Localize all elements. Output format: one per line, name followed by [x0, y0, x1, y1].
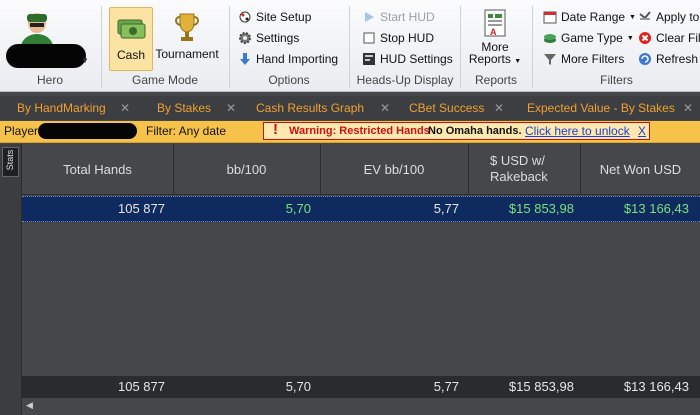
player-name-redacted	[38, 123, 137, 139]
more-reports-button[interactable]: A More Reports ▼	[466, 8, 524, 70]
more-reports-label-2: Reports ▼	[468, 52, 522, 66]
hud-settings-label: HUD Settings	[380, 52, 453, 66]
clear-filters-label: Clear Filt	[656, 31, 700, 45]
total-bb100: 5,70	[285, 379, 311, 394]
hud-settings-icon	[363, 53, 375, 65]
svg-text:A: A	[490, 27, 497, 37]
total-usd-rakeback: $15 853,98	[508, 379, 574, 394]
cell-bb100: 5,70	[285, 201, 311, 216]
warning-body: No Omaha hands.	[428, 125, 522, 137]
filter-text: Filter: Any date	[146, 124, 227, 138]
player-label: Player	[4, 124, 39, 138]
hand-importing-button[interactable]: Hand Importing	[238, 52, 338, 66]
warning-icon: !	[273, 121, 278, 138]
apply-icon	[639, 11, 651, 20]
totals-row: 105 877 5,70 5,77 $15 853,98 $13 166,43	[22, 376, 700, 398]
col-header-net-won-usd[interactable]: Net Won USD	[581, 144, 700, 194]
cash-label: Cash	[116, 48, 145, 62]
options-group-label: Options	[268, 73, 310, 87]
unlock-link[interactable]: Click here to unlock	[525, 124, 630, 138]
tournament-label: Tournament	[155, 47, 219, 61]
hero-name-redacted	[6, 44, 86, 68]
col-header-usd-rakeback[interactable]: $ USD w/ Rakeback	[468, 144, 581, 194]
tab-by-handmarking[interactable]: By HandMarking	[17, 96, 106, 120]
grid-body	[22, 195, 700, 375]
refresh-button[interactable]: Refresh	[638, 52, 698, 66]
reports-icon: A	[484, 9, 506, 37]
game-type-label: Game Type	[561, 31, 623, 45]
tab-by-stakes[interactable]: By Stakes	[157, 96, 211, 120]
game-mode-group-label: Game Mode	[131, 73, 199, 87]
cell-net-won-usd: $13 166,43	[623, 201, 689, 216]
filter-icon	[544, 54, 556, 65]
tab-expected-value-by-stakes[interactable]: Expected Value - By Stakes	[527, 96, 675, 120]
hand-importing-label: Hand Importing	[256, 52, 339, 66]
settings-button[interactable]: Settings	[238, 31, 299, 45]
col-header-ev-bb100[interactable]: EV bb/100	[320, 144, 469, 194]
stats-side-label: Stats	[5, 149, 15, 171]
game-type-button[interactable]: Game Type ▼	[543, 31, 634, 45]
stop-hud-button[interactable]: Stop HUD	[362, 31, 434, 45]
cell-usd-rakeback: $15 853,98	[508, 201, 574, 216]
import-arrow-icon	[240, 53, 250, 65]
cell-ev-bb100: 5,77	[433, 201, 459, 216]
clear-icon	[639, 32, 651, 44]
more-filters-button[interactable]: More Filters	[543, 52, 624, 66]
tab-close-icon[interactable]: ✕	[120, 96, 130, 120]
reports-group-label: Reports	[474, 73, 518, 87]
hero-group-label: Hero	[36, 73, 63, 87]
warning-title: Warning: Restricted Hands	[289, 125, 430, 137]
settings-label: Settings	[256, 31, 300, 45]
date-range-label: Date Range	[561, 10, 626, 24]
tournament-button[interactable]: Tournament	[153, 7, 221, 69]
col-header-bb100[interactable]: bb/100	[173, 144, 321, 194]
stop-hud-label: Stop HUD	[380, 31, 435, 45]
total-ev-bb100: 5,77	[433, 379, 459, 394]
gear-icon	[239, 32, 251, 44]
trophy-icon	[175, 13, 199, 41]
tab-cash-results-graph[interactable]: Cash Results Graph	[256, 96, 364, 120]
tab-close-icon[interactable]: ✕	[226, 96, 236, 120]
hud-group-label: Heads-Up Display	[356, 73, 454, 87]
hero-dropdown-icon[interactable]: ▼	[81, 56, 89, 65]
clear-filters-button[interactable]: Clear Filt	[638, 31, 700, 45]
start-hud-button[interactable]: Start HUD	[362, 10, 435, 24]
site-setup-label: Site Setup	[256, 10, 312, 24]
more-filters-label: More Filters	[561, 52, 625, 66]
apply-to-label: Apply to	[656, 10, 700, 24]
tab-close-icon[interactable]: ✕	[494, 96, 504, 120]
date-range-button[interactable]: Date Range ▼	[543, 10, 636, 24]
calendar-icon	[543, 11, 557, 24]
site-setup-icon	[239, 11, 251, 23]
cash-button[interactable]: Cash	[109, 7, 153, 71]
filters-group-label: Filters	[600, 73, 633, 87]
refresh-icon	[639, 53, 651, 65]
apply-to-button[interactable]: Apply to	[638, 10, 699, 24]
grid-header-row: Total Hands bb/100 EV bb/100 $ USD w/ Ra…	[22, 144, 700, 195]
play-icon	[365, 12, 374, 22]
stats-side-panel[interactable]	[0, 144, 22, 415]
total-total-hands: 105 877	[118, 379, 165, 394]
col-header-total-hands[interactable]: Total Hands	[22, 144, 174, 194]
tab-close-icon[interactable]: ✕	[683, 96, 693, 120]
warning-close-link[interactable]: X	[638, 124, 646, 138]
tab-close-icon[interactable]: ✕	[380, 96, 390, 120]
cash-icon	[117, 19, 146, 39]
start-hud-label: Start HUD	[380, 10, 435, 24]
game-type-icon	[544, 34, 556, 43]
total-net-won-usd: $13 166,43	[623, 379, 689, 394]
refresh-label: Refresh	[656, 52, 699, 66]
tab-cbet-success[interactable]: CBet Success	[409, 96, 484, 120]
horizontal-scrollbar[interactable]: ◀	[22, 398, 700, 415]
site-setup-button[interactable]: Site Setup	[238, 10, 311, 24]
stop-icon	[363, 32, 375, 44]
table-row[interactable]: 105 877 5,70 5,77 $15 853,98 $13 166,43	[22, 196, 700, 222]
scroll-left-icon[interactable]: ◀	[26, 400, 33, 411]
hud-settings-button[interactable]: HUD Settings	[362, 52, 453, 66]
cell-total-hands: 105 877	[118, 201, 165, 216]
ribbon: ▼ Hero Cash Tournament Game Mode Site Se…	[0, 0, 700, 92]
